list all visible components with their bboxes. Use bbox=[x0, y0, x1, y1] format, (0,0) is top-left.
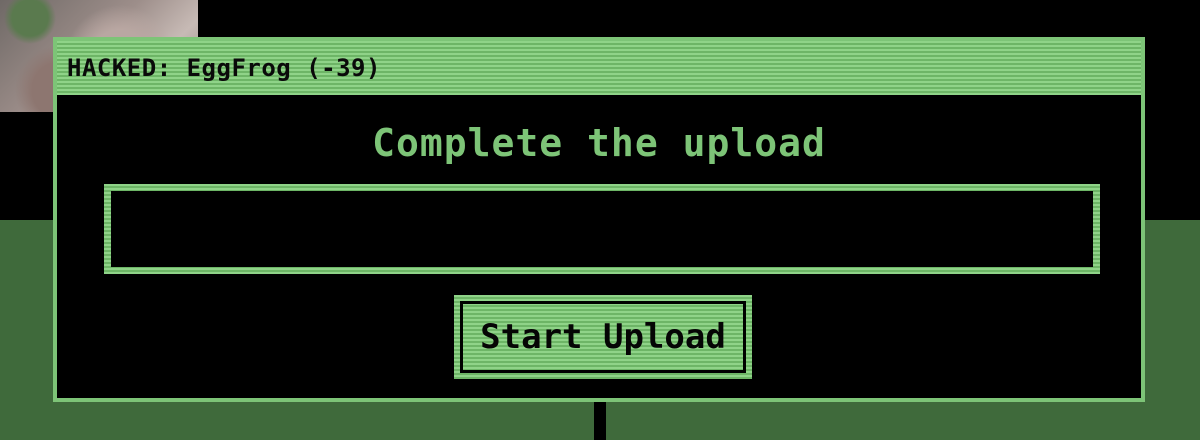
background-panel-bottom-left bbox=[0, 400, 594, 440]
dialog-content: Complete the upload Start Upload bbox=[57, 95, 1141, 398]
window-titlebar[interactable]: HACKED: EggFrog (-39) bbox=[57, 41, 1141, 95]
dialog-heading: Complete the upload bbox=[372, 121, 826, 165]
background-panel-bottom-right bbox=[606, 400, 1200, 440]
window-title: HACKED: EggFrog (-39) bbox=[67, 54, 381, 82]
start-upload-label: Start Upload bbox=[480, 317, 726, 357]
upload-dialog-window: HACKED: EggFrog (-39) Complete the uploa… bbox=[53, 37, 1145, 402]
desktop-scene: HACKED: EggFrog (-39) Complete the uploa… bbox=[0, 0, 1200, 440]
start-upload-button-inner: Start Upload bbox=[460, 301, 746, 373]
start-upload-button[interactable]: Start Upload bbox=[454, 295, 752, 379]
upload-progress-bar bbox=[104, 184, 1100, 274]
